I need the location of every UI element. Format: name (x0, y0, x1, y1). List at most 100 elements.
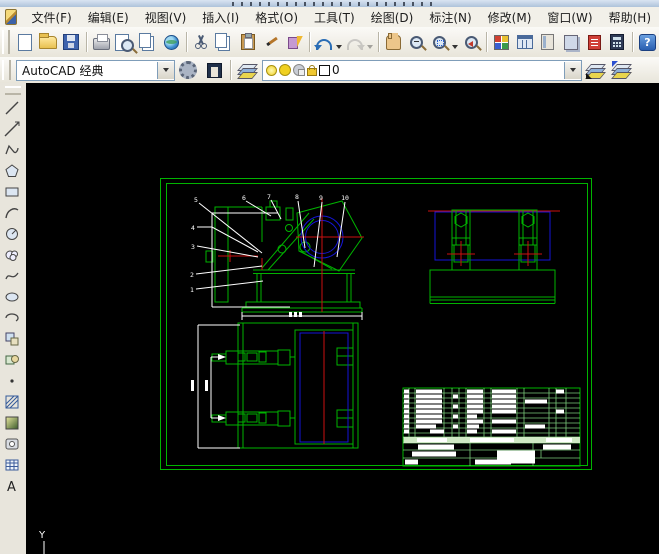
table-tool[interactable] (0, 454, 24, 475)
drawing-content: 1 2 3 4 5 6 7 8 9 10 Y (38, 178, 592, 554)
svg-text:5: 5 (194, 196, 198, 204)
save-button[interactable] (61, 30, 82, 54)
workspace-combobox[interactable]: AutoCAD 经典 (16, 59, 175, 81)
layer-color-swatch[interactable] (319, 64, 330, 76)
cut-button[interactable] (191, 30, 212, 54)
redo-dropdown[interactable] (367, 45, 374, 49)
pan-button[interactable] (383, 30, 404, 54)
layer-name: 0 (332, 63, 340, 77)
match-properties-button[interactable] (260, 30, 281, 54)
circle-tool[interactable] (0, 223, 24, 244)
circle-icon (6, 227, 18, 240)
redo-button[interactable] (345, 30, 366, 54)
zoom-window-button[interactable] (429, 30, 450, 54)
menu-dimension[interactable]: 标注(N) (421, 7, 479, 28)
menu-window[interactable]: 窗口(W) (539, 7, 600, 28)
make-block-tool[interactable] (0, 349, 24, 370)
drawing-canvas[interactable]: 1 2 3 4 5 6 7 8 9 10 Y (26, 83, 659, 554)
zoom-dropdown[interactable] (451, 45, 458, 49)
zoom-window-icon (433, 35, 447, 49)
insert-block-tool[interactable] (0, 328, 24, 349)
menu-file[interactable]: 文件(F) (23, 7, 79, 28)
sheet-set-button[interactable] (560, 30, 581, 54)
menu-edit[interactable]: 编辑(E) (80, 7, 137, 28)
point-tool[interactable] (0, 370, 24, 391)
help-button[interactable]: ? (637, 30, 658, 54)
ellipse-icon (5, 292, 19, 301)
separator (485, 32, 487, 52)
insert-block-icon (5, 332, 19, 345)
menu-draw[interactable]: 绘图(D) (363, 7, 422, 28)
polygon-tool[interactable] (0, 160, 24, 181)
rectangle-tool[interactable] (0, 181, 24, 202)
menu-modify[interactable]: 修改(M) (480, 7, 540, 28)
globe-icon (163, 34, 179, 50)
properties-button[interactable] (491, 30, 512, 54)
spline-tool[interactable] (0, 265, 24, 286)
workspace-settings-button[interactable] (176, 58, 200, 82)
gradient-tool[interactable] (0, 412, 24, 433)
line-tool[interactable] (0, 97, 24, 118)
tool-palettes-button[interactable] (537, 30, 558, 54)
draw-toolbar-dock: A (0, 83, 27, 554)
svg-text:6: 6 (242, 194, 246, 202)
layer-dropdown-button[interactable] (564, 61, 581, 79)
layer-properties-button[interactable] (235, 58, 259, 82)
open-folder-icon (39, 32, 58, 49)
designcenter-button[interactable] (514, 30, 535, 54)
layer-combobox[interactable]: 0 (262, 59, 582, 81)
sheet-set-icon (563, 34, 578, 50)
block-editor-button[interactable] (284, 30, 305, 54)
svg-text:2: 2 (190, 271, 194, 279)
layer-unlock-icon[interactable] (307, 65, 317, 76)
quickcalc-button[interactable] (607, 30, 628, 54)
printer-icon (93, 34, 111, 50)
toolbar-grip[interactable] (5, 86, 21, 95)
my-workspace-button[interactable] (202, 58, 226, 82)
paste-button[interactable] (237, 30, 258, 54)
layer-viewport-icon[interactable] (293, 64, 305, 76)
markup-set-button[interactable] (584, 30, 605, 54)
plot-preview-button[interactable] (114, 30, 135, 54)
brush-icon (264, 35, 278, 49)
undo-button[interactable] (314, 30, 335, 54)
app-icon[interactable] (5, 9, 18, 25)
menu-view[interactable]: 视图(V) (137, 7, 195, 28)
zoom-previous-button[interactable] (461, 30, 482, 54)
make-object-layer-current-button[interactable] (583, 58, 607, 82)
toolbar-grip[interactable] (2, 30, 11, 54)
gradient-icon (5, 416, 19, 429)
layer-previous-icon (610, 60, 632, 79)
menu-insert[interactable]: 插入(I) (194, 7, 247, 28)
ellipse-tool[interactable] (0, 286, 24, 307)
svg-text:8: 8 (295, 193, 299, 201)
menu-help[interactable]: 帮助(H) (601, 7, 659, 28)
copy-button[interactable] (214, 30, 235, 54)
arc-tool[interactable] (0, 202, 24, 223)
multiline-text-tool[interactable]: A (0, 475, 24, 496)
publish-button[interactable] (137, 30, 158, 54)
menu-tools[interactable]: 工具(T) (306, 7, 363, 28)
undo-dropdown[interactable] (335, 45, 342, 49)
revision-cloud-tool[interactable] (0, 244, 24, 265)
new-button[interactable] (14, 30, 35, 54)
open-button[interactable] (38, 30, 59, 54)
layer-thaw-sun-icon[interactable] (279, 64, 291, 76)
layer-previous-button[interactable] (609, 58, 633, 82)
toolbar-grip[interactable] (2, 59, 11, 81)
region-icon (5, 438, 19, 449)
construction-line-tool[interactable] (0, 118, 24, 139)
ellipse-arc-tool[interactable] (0, 307, 24, 328)
clipboard-icon (240, 33, 255, 50)
zoom-realtime-button[interactable] (406, 30, 427, 54)
layer-on-bulb-icon[interactable] (266, 64, 277, 76)
polyline-tool[interactable] (0, 139, 24, 160)
plot-button[interactable] (91, 30, 112, 54)
region-tool[interactable] (0, 433, 24, 454)
menu-format[interactable]: 格式(O) (247, 7, 306, 28)
web-button[interactable] (161, 30, 182, 54)
hatch-tool[interactable] (0, 391, 24, 412)
workspace-dropdown-button[interactable] (157, 61, 174, 79)
ellipse-arc-icon (5, 312, 19, 322)
separator (632, 32, 633, 52)
